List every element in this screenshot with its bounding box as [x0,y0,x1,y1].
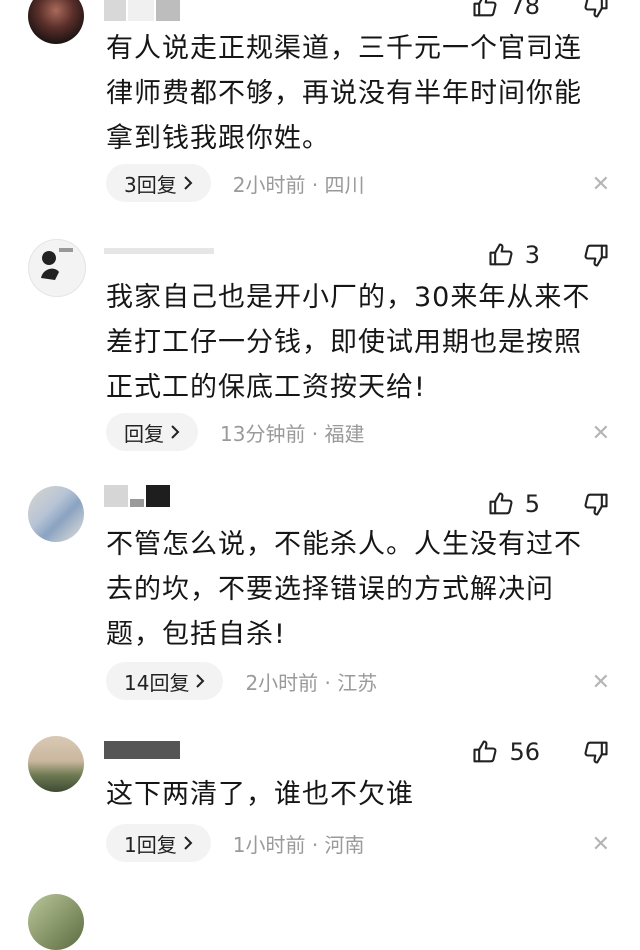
thumbs-down-icon [582,241,610,269]
chevron-right-icon [183,831,193,855]
username-redacted[interactable] [104,239,214,263]
reply-label: 14回复 [124,670,190,695]
like-button[interactable]: 78 [471,0,540,20]
dislike-button[interactable] [582,241,610,269]
chevron-right-icon [195,669,205,693]
thumbs-up-icon [487,241,515,269]
like-button[interactable]: 3 [487,241,540,269]
avatar[interactable] [28,0,84,44]
dislike-button[interactable] [582,738,610,766]
comment-text: 这下两清了，谁也不欠谁 [106,779,414,810]
dislike-button[interactable] [582,490,610,518]
comment-text: 不管怎么说，不能杀人。人生没有过不去的坎，不要选择错误的方式解决问题，包括自杀! [106,529,582,650]
like-count: 5 [524,490,540,518]
avatar[interactable] [28,894,84,950]
chevron-right-icon [183,171,193,195]
avatar[interactable] [28,486,84,542]
close-icon[interactable]: ✕ [592,172,610,197]
avatar[interactable] [28,239,86,297]
username-redacted[interactable] [104,0,180,22]
reply-button[interactable]: 1回复 [106,824,211,862]
like-count: 78 [509,0,540,20]
thumbs-down-icon [582,0,610,20]
thumbs-down-icon [582,738,610,766]
thumbs-up-icon [487,490,515,518]
reply-button[interactable]: 回复 [106,413,198,451]
reply-label: 3回复 [124,172,177,197]
thumbs-up-icon [471,0,499,20]
like-button[interactable]: 56 [471,738,540,766]
comment-text: 有人说走正规渠道，三千元一个官司连律师费都不够，再说没有半年时间你能拿到钱我跟你… [106,33,582,154]
time-location: 2小时前 · 江苏 [245,670,378,695]
close-icon[interactable]: ✕ [592,832,610,857]
like-button[interactable]: 5 [487,490,540,518]
like-count: 56 [509,738,540,766]
reply-button[interactable]: 14回复 [106,662,224,700]
dislike-button[interactable] [582,0,610,20]
avatar[interactable] [28,736,84,792]
chevron-right-icon [170,420,180,444]
comment-text: 我家自己也是开小厂的，30来年从来不差打工仔一分钱，即使试用期也是按照正式工的保… [106,282,591,403]
thumbs-down-icon [582,490,610,518]
username-redacted[interactable] [104,738,180,762]
avatar-figure-icon [41,248,73,280]
time-location: 2小时前 · 四川 [232,172,365,197]
thumbs-up-icon [471,738,499,766]
time-location: 13分钟前 · 福建 [220,421,365,446]
reply-button[interactable]: 3回复 [106,164,211,202]
username-redacted[interactable] [104,484,170,508]
reply-label: 1回复 [124,832,177,857]
like-count: 3 [524,241,540,269]
time-location: 1小时前 · 河南 [232,832,365,857]
reply-label: 回复 [124,421,164,446]
close-icon[interactable]: ✕ [592,421,610,446]
close-icon[interactable]: ✕ [592,670,610,695]
